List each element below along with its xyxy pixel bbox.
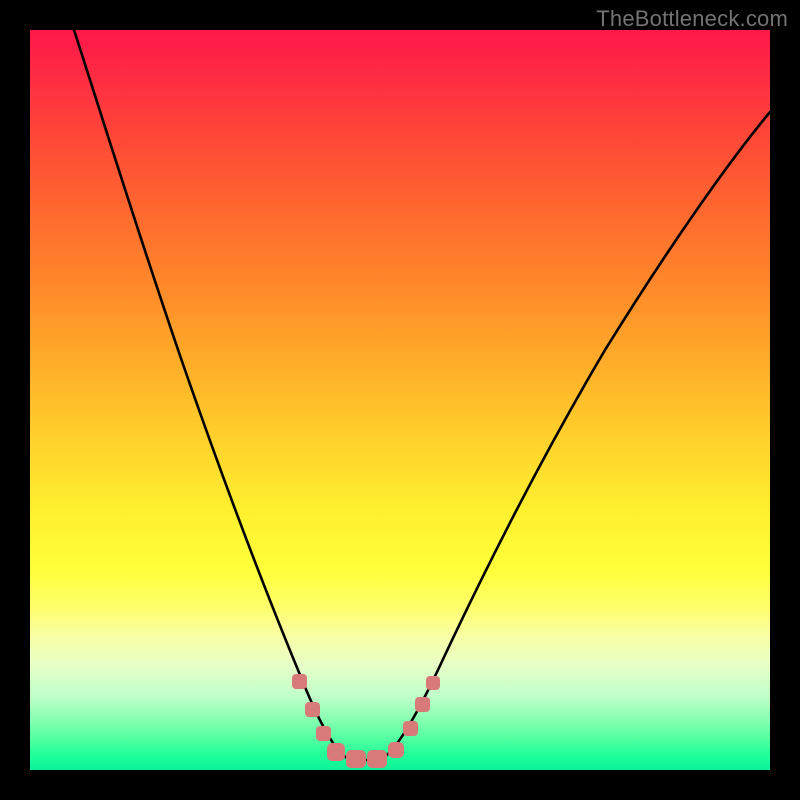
plot-area (30, 30, 770, 770)
watermark-text: TheBottleneck.com (596, 6, 788, 32)
bottleneck-curve (30, 30, 770, 770)
chart-container: TheBottleneck.com (0, 0, 800, 800)
curve-path (74, 30, 770, 760)
optimal-markers (292, 674, 440, 768)
